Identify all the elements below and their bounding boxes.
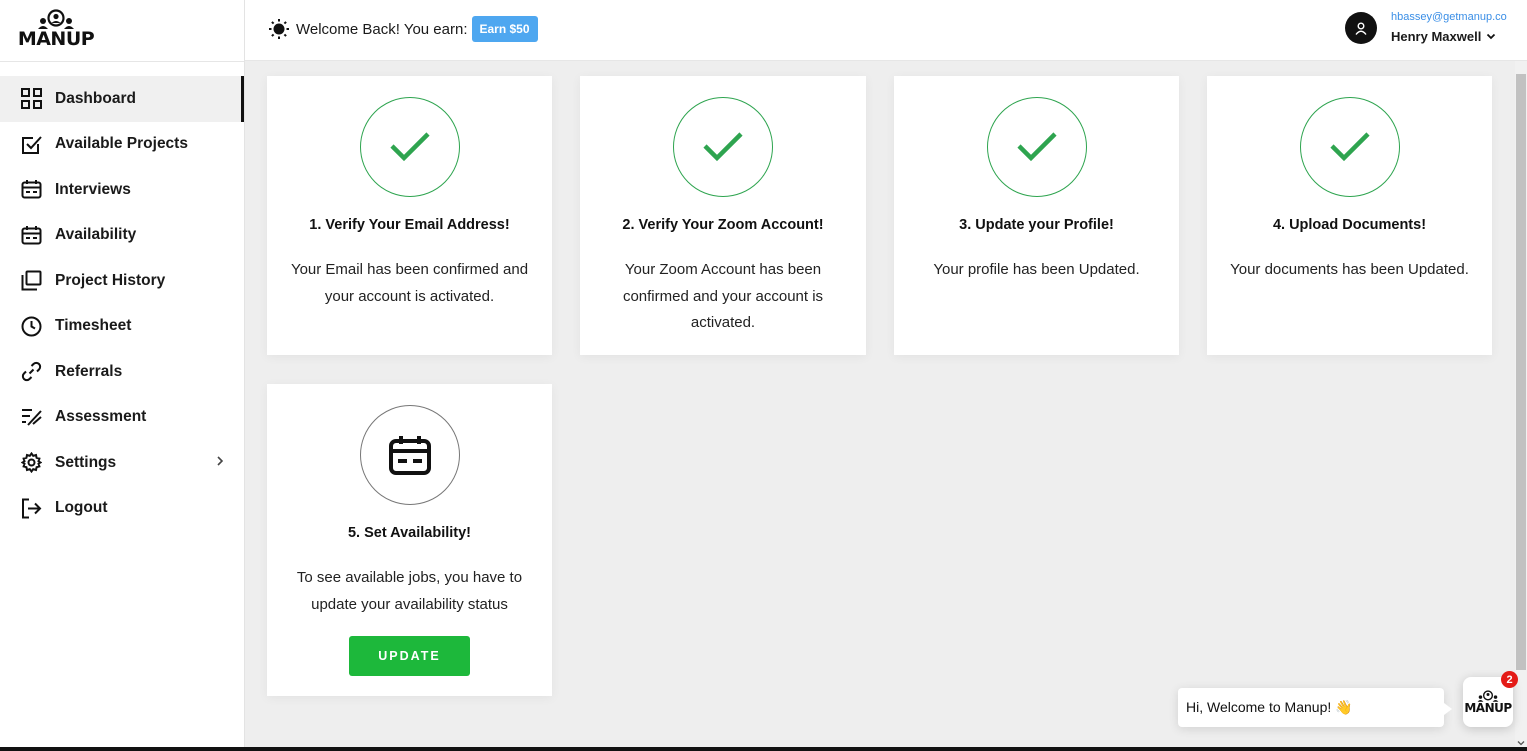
checkmark-icon bbox=[1016, 132, 1057, 162]
brand-name: MANUP bbox=[17, 28, 95, 50]
sidebar-item-label: Timesheet bbox=[55, 317, 132, 335]
onboarding-card-availability: 5. Set Availability! To see available jo… bbox=[267, 384, 552, 696]
chat-launcher-label: MANUP bbox=[1464, 701, 1512, 715]
calendar-icon bbox=[388, 436, 431, 475]
user-name[interactable]: Henry Maxwell bbox=[1391, 29, 1496, 44]
scroll-down-arrow-icon[interactable] bbox=[1517, 739, 1525, 747]
sidebar-item-label: Project History bbox=[55, 271, 166, 289]
sidebar-item-label: Interviews bbox=[55, 180, 131, 198]
gear-icon bbox=[20, 452, 42, 474]
sidebar-item-referrals[interactable]: Referrals bbox=[0, 349, 244, 395]
onboarding-card-documents: 4. Upload Documents! Your documents has … bbox=[1207, 76, 1492, 355]
card-title: 2. Verify Your Zoom Account! bbox=[622, 217, 824, 233]
bottom-edge-bar bbox=[0, 747, 1527, 751]
sidebar-item-dashboard[interactable]: Dashboard bbox=[0, 76, 244, 122]
avatar[interactable] bbox=[1345, 12, 1377, 44]
onboarding-card-zoom: 2. Verify Your Zoom Account! Your Zoom A… bbox=[580, 76, 866, 355]
onboarding-card-profile: 3. Update your Profile! Your profile has… bbox=[894, 76, 1179, 355]
sidebar-item-label: Availability bbox=[55, 226, 137, 244]
user-icon bbox=[1355, 22, 1367, 35]
user-name-label: Henry Maxwell bbox=[1391, 29, 1482, 44]
logout-icon bbox=[20, 497, 42, 519]
sidebar-item-interviews[interactable]: Interviews bbox=[0, 167, 244, 213]
card-description: Your documents has been Updated. bbox=[1230, 261, 1469, 278]
sidebar-item-label: Assessment bbox=[55, 408, 147, 426]
card-description: Your profile has been Updated. bbox=[933, 261, 1140, 278]
card-title: 1. Verify Your Email Address! bbox=[309, 217, 510, 233]
sidebar-item-logout[interactable]: Logout bbox=[0, 486, 244, 532]
link-icon bbox=[20, 361, 42, 383]
checklist-icon bbox=[20, 406, 42, 428]
update-availability-button[interactable]: UPDATE bbox=[349, 636, 470, 676]
status-circle bbox=[359, 97, 460, 197]
welcome-text: Welcome Back! You earn: bbox=[296, 20, 468, 38]
sidebar-item-project-history[interactable]: Project History bbox=[0, 258, 244, 304]
user-menu[interactable]: hbassey@getmanup.co Henry Maxwell bbox=[1345, 10, 1527, 50]
calendar-icon bbox=[20, 224, 42, 246]
status-circle bbox=[673, 97, 773, 197]
chat-launcher-button[interactable]: MANUP 2 bbox=[1463, 671, 1518, 727]
chat-welcome-bubble[interactable]: Hi, Welcome to Manup! 👋 bbox=[1178, 688, 1452, 727]
sidebar-item-timesheet[interactable]: Timesheet bbox=[0, 304, 244, 350]
sidebar-item-label: Referrals bbox=[55, 362, 123, 380]
card-title: 5. Set Availability! bbox=[347, 525, 472, 541]
sidebar-item-label: Settings bbox=[55, 453, 117, 471]
top-header: Welcome Back! You earn: Earn $50 hbassey… bbox=[245, 0, 1527, 61]
sidebar: MANUP Dashboard Available Projects Inter… bbox=[0, 0, 245, 751]
user-email[interactable]: hbassey@getmanup.co bbox=[1391, 11, 1507, 23]
chevron-right-icon bbox=[217, 456, 224, 466]
calendar-icon bbox=[20, 179, 42, 201]
card-description: To see available jobs, you have to updat… bbox=[296, 569, 523, 613]
checkbox-icon bbox=[20, 133, 42, 155]
manup-logo-icon bbox=[38, 9, 74, 29]
folders-icon bbox=[20, 270, 42, 292]
sidebar-item-available-projects[interactable]: Available Projects bbox=[0, 122, 244, 168]
card-description: Your Email has been confirmed and your a… bbox=[290, 261, 529, 305]
notification-badge: 2 bbox=[1501, 671, 1518, 688]
scrollbar-thumb[interactable] bbox=[1516, 74, 1526, 670]
checkmark-icon bbox=[389, 132, 430, 162]
status-circle bbox=[986, 97, 1087, 197]
chevron-down-icon bbox=[1487, 33, 1496, 40]
onboarding-card-email: 1. Verify Your Email Address! Your Email… bbox=[267, 76, 552, 355]
card-title: 3. Update your Profile! bbox=[959, 217, 1114, 233]
dashboard-grid-icon bbox=[20, 88, 42, 110]
sidebar-item-assessment[interactable]: Assessment bbox=[0, 395, 244, 441]
sidebar-nav: Dashboard Available Projects Interviews … bbox=[0, 62, 244, 531]
welcome-banner: Welcome Back! You earn: Earn $50 bbox=[268, 16, 538, 42]
clock-icon bbox=[20, 315, 42, 337]
chat-message: Hi, Welcome to Manup! 👋 bbox=[1186, 699, 1353, 715]
card-title: 4. Upload Documents! bbox=[1272, 217, 1427, 233]
sidebar-item-label: Logout bbox=[55, 499, 108, 517]
sidebar-item-label: Dashboard bbox=[55, 89, 136, 107]
status-circle bbox=[359, 405, 460, 505]
sidebar-item-label: Available Projects bbox=[55, 135, 188, 153]
status-circle bbox=[1299, 97, 1400, 197]
checkmark-icon bbox=[703, 132, 743, 162]
logo[interactable]: MANUP bbox=[0, 0, 244, 62]
sidebar-item-availability[interactable]: Availability bbox=[0, 213, 244, 259]
earn-badge[interactable]: Earn $50 bbox=[471, 16, 538, 42]
checkmark-icon bbox=[1329, 132, 1370, 162]
card-description: Your Zoom Account has been confirmed and… bbox=[622, 261, 824, 331]
sidebar-item-settings[interactable]: Settings bbox=[0, 440, 244, 486]
sun-icon bbox=[269, 19, 289, 39]
